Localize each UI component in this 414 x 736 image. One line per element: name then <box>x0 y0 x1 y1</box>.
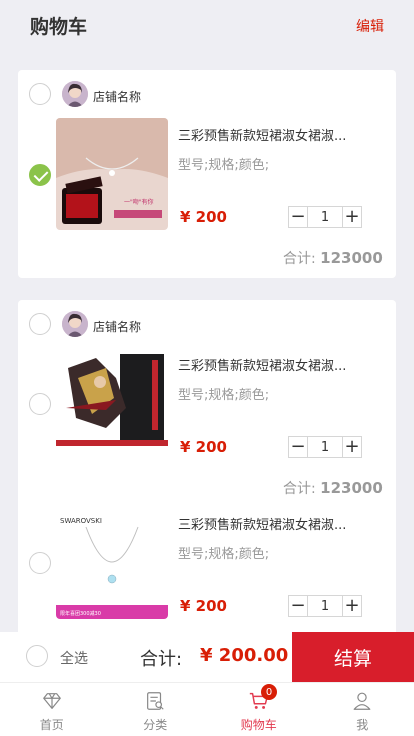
svg-text:SWAROVSKI: SWAROVSKI <box>60 517 102 525</box>
tab-home[interactable]: 首页 <box>0 683 104 736</box>
product-title[interactable]: 三彩预售新款短裙淑女裙淑... <box>178 125 368 144</box>
select-all-label[interactable]: 全选 <box>60 648 88 668</box>
tab-label: 我 <box>356 718 369 732</box>
quantity-stepper: − 1 + <box>288 436 362 458</box>
quantity-stepper: − 1 + <box>288 595 362 617</box>
product-spec[interactable]: 型号;规格;颜色; <box>178 384 269 403</box>
tab-label: 分类 <box>143 718 168 732</box>
tab-category[interactable]: 分类 <box>104 683 208 736</box>
total-label: 合计: <box>140 649 183 670</box>
quantity-stepper: − 1 + <box>288 206 362 228</box>
list-icon <box>147 692 164 710</box>
shop-subtotal: 合计: 123000 <box>283 478 383 498</box>
increment-button[interactable]: + <box>342 206 362 228</box>
subtotal-label: 合计: <box>283 481 316 497</box>
subtotal-label: 合计: <box>283 251 316 267</box>
tab-label: 首页 <box>39 718 64 732</box>
product-image[interactable]: SWAROVSKI 限年喜团300减30 <box>56 507 168 619</box>
product-spec[interactable]: 型号;规格;颜色; <box>178 543 269 562</box>
shop-card: 店铺名称 一"吻"有你 三彩预售新款短裙淑女裙淑... 型号;规格;颜色; ¥ … <box>18 70 396 278</box>
bottom-tabbar: 首页 分类 0 购物车 我 <box>0 682 414 736</box>
shop-select-radio[interactable] <box>29 313 51 335</box>
shop-card: 店铺名称 三彩预售新款短裙淑女裙淑... 型号;规格;颜色; ¥ 200 − 1… <box>18 300 396 640</box>
page-header: 购物车 编辑 <box>0 0 414 50</box>
shop-name: 店铺名称 <box>93 90 142 104</box>
shop-header: 店铺名称 <box>18 70 396 120</box>
increment-button[interactable]: + <box>342 595 362 617</box>
tab-label: 购物车 <box>240 718 277 732</box>
subtotal-value: 123000 <box>320 249 383 267</box>
shop-subtotal: 合计: 123000 <box>283 248 383 268</box>
product-image[interactable] <box>56 348 168 460</box>
shop-name: 店铺名称 <box>93 320 142 334</box>
svg-text:限年喜团300减30: 限年喜团300减30 <box>60 610 101 617</box>
item-select-radio[interactable] <box>29 164 51 186</box>
tab-cart[interactable]: 0 购物车 <box>207 683 311 736</box>
subtotal-value: 123000 <box>320 479 383 497</box>
decrement-button[interactable]: − <box>288 595 308 617</box>
shop-select-radio[interactable] <box>29 83 51 105</box>
total-value: ¥ 200.00 <box>200 645 289 666</box>
svg-text:一"吻"有你: 一"吻"有你 <box>124 198 154 206</box>
shop-header: 店铺名称 <box>18 300 396 350</box>
quantity-input[interactable]: 1 <box>308 595 342 617</box>
tab-me[interactable]: 我 <box>311 683 414 736</box>
edit-button[interactable]: 编辑 <box>356 16 384 36</box>
product-price: ¥ 200 <box>180 597 227 615</box>
shop-avatar <box>62 81 88 107</box>
product-price: ¥ 200 <box>180 208 227 226</box>
checkout-button[interactable]: 结算 <box>292 632 414 682</box>
shop-avatar <box>62 311 88 337</box>
quantity-input[interactable]: 1 <box>308 436 342 458</box>
product-price: ¥ 200 <box>180 438 227 456</box>
item-select-radio[interactable] <box>29 393 51 415</box>
select-all-radio[interactable] <box>26 645 48 667</box>
product-image[interactable]: 一"吻"有你 <box>56 118 168 230</box>
product-title[interactable]: 三彩预售新款短裙淑女裙淑... <box>178 514 368 533</box>
product-spec[interactable]: 型号;规格;颜色; <box>178 154 269 173</box>
product-title[interactable]: 三彩预售新款短裙淑女裙淑... <box>178 355 368 374</box>
user-icon <box>353 692 371 710</box>
increment-button[interactable]: + <box>342 436 362 458</box>
page-title: 购物车 <box>30 16 88 38</box>
decrement-button[interactable]: − <box>288 436 308 458</box>
quantity-input[interactable]: 1 <box>308 206 342 228</box>
item-select-radio[interactable] <box>29 552 51 574</box>
diamond-icon <box>42 693 61 709</box>
cart-badge: 0 <box>261 684 277 700</box>
decrement-button[interactable]: − <box>288 206 308 228</box>
checkout-bar: 全选 合计: ¥ 200.00 结算 <box>0 632 414 682</box>
